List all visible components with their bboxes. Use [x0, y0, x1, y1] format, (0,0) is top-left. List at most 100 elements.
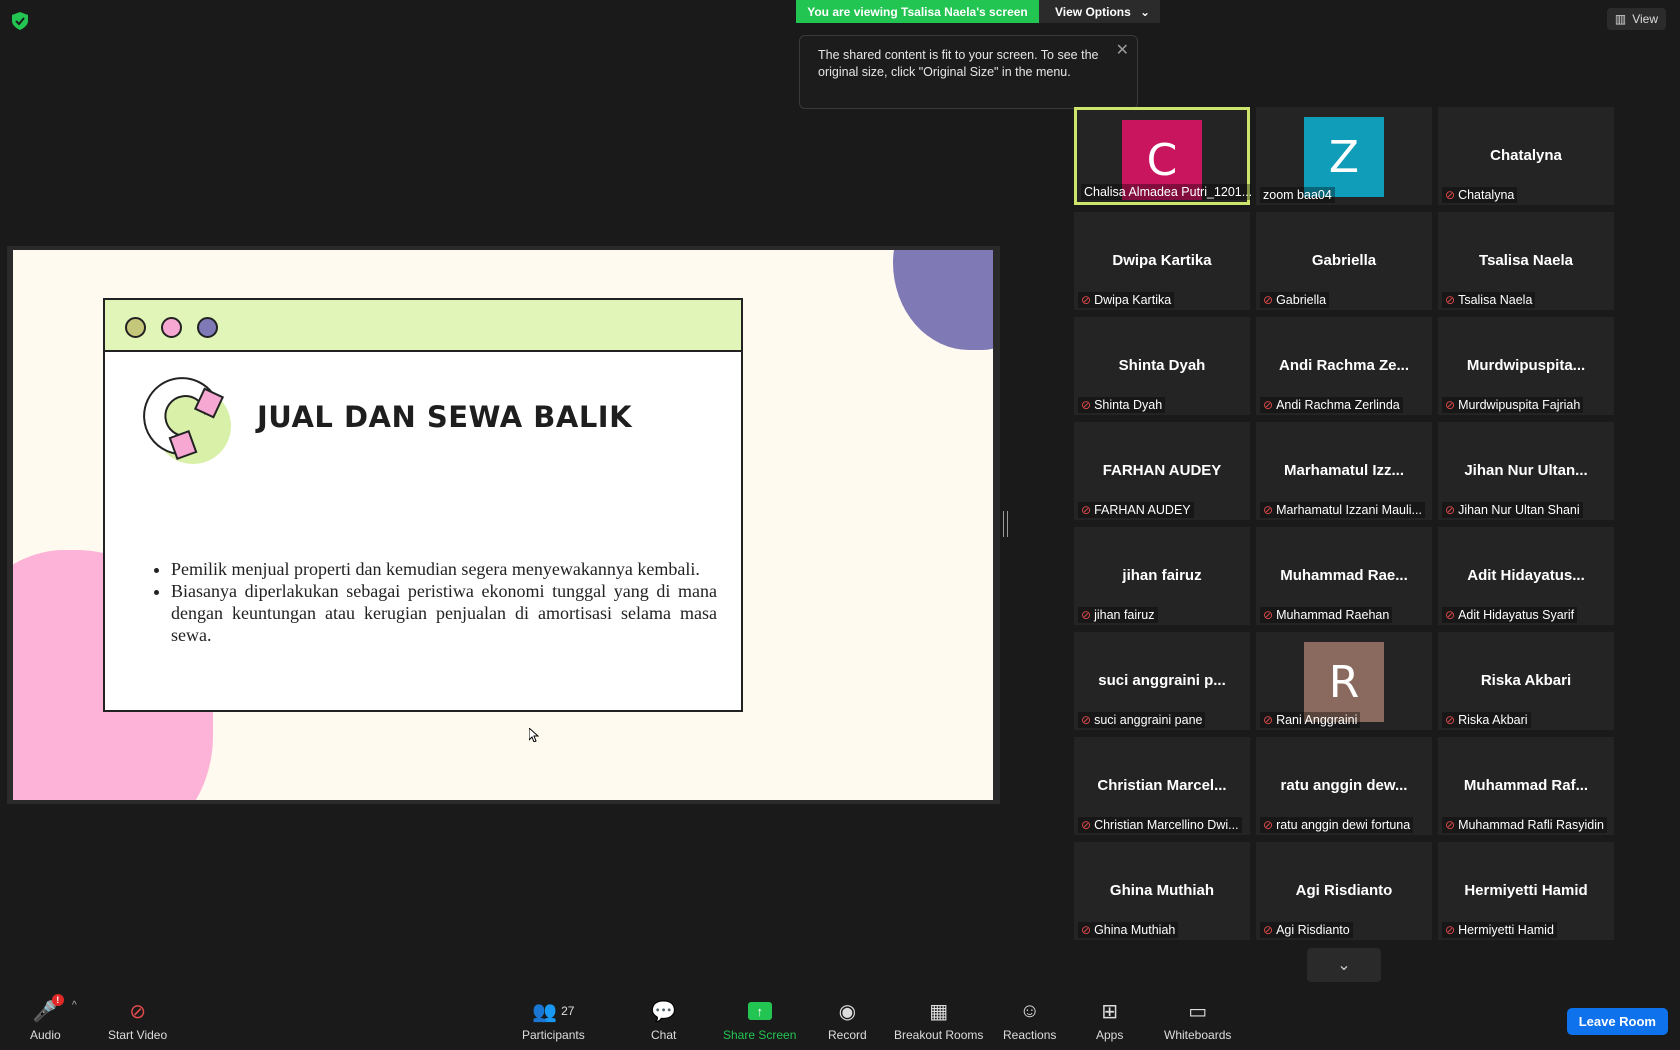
audio-options-caret[interactable]: ^ [72, 1000, 77, 1011]
participant-name: Muhammad Rafli Rasyidin [1458, 818, 1604, 832]
audio-label: Audio [30, 1028, 61, 1042]
mic-muted-icon: ⊘ [1445, 923, 1456, 937]
participant-tile[interactable]: Gabriella ⊘ Gabriella [1256, 212, 1432, 310]
security-shield-icon[interactable] [12, 12, 28, 30]
tooltip-text: The shared content is fit to your screen… [818, 48, 1099, 79]
participant-tile[interactable]: Muhammad Raf... ⊘ Muhammad Rafli Rasyidin [1438, 737, 1614, 835]
participant-tile[interactable]: Dwipa Kartika ⊘ Dwipa Kartika [1074, 212, 1250, 310]
participant-tile[interactable]: Jihan Nur Ultan... ⊘ Jihan Nur Ultan Shani [1438, 422, 1614, 520]
participant-display-name: ratu anggin dew... [1280, 777, 1408, 794]
start-video-button[interactable]: ⊘ Start Video [108, 998, 167, 1043]
participant-display-name: Murdwipuspita... [1466, 357, 1586, 374]
apps-button[interactable]: ⊞ Apps [1096, 998, 1123, 1043]
participant-name: jihan fairuz [1094, 608, 1155, 622]
whiteboards-button[interactable]: ▭ Whiteboards [1164, 998, 1231, 1043]
meeting-toolbar: 🎤! Audio ^ ⊘ Start Video 👥 27 Participant… [0, 990, 1680, 1050]
video-off-icon: ⊘ [129, 1000, 146, 1023]
participant-name-label: ⊘ FARHAN AUDEY [1078, 502, 1194, 518]
participant-tile[interactable]: R ⊘ Rani Anggraini [1256, 632, 1432, 730]
participant-tile[interactable]: FARHAN AUDEY ⊘ FARHAN AUDEY [1074, 422, 1250, 520]
breakout-rooms-icon: ▦ [929, 1000, 949, 1023]
participant-tile[interactable]: Hermiyetti Hamid ⊘ Hermiyetti Hamid [1438, 842, 1614, 940]
splitter-handle[interactable] [1003, 511, 1008, 537]
participant-display-name: Jihan Nur Ultan... [1464, 462, 1588, 479]
share-screen-button[interactable]: ↑ Share Screen [723, 998, 796, 1042]
participant-tile[interactable]: ratu anggin dew... ⊘ ratu anggin dewi fort… [1256, 737, 1432, 835]
participant-tile[interactable]: Murdwipuspita... ⊘ Murdwipuspita Fajriah [1438, 317, 1614, 415]
mic-muted-icon: ⊘ [1263, 713, 1274, 727]
slide-window-card: JUAL DAN SEWA BALIK Pemilik menjual prop… [103, 298, 743, 742]
mic-muted-icon: ⊘ [1081, 923, 1092, 937]
mic-muted-icon: ⊘ [1445, 608, 1456, 622]
participant-name: Shinta Dyah [1094, 398, 1163, 412]
whiteboard-icon: ▭ [1188, 1000, 1208, 1023]
participant-display-name: Agi Risdianto [1295, 882, 1393, 899]
participant-name: Murdwipuspita Fajriah [1458, 398, 1581, 412]
participant-name-label: zoom baa04 [1260, 187, 1335, 203]
participant-name: Christian Marcellino Dwi... [1094, 818, 1239, 832]
reactions-button[interactable]: ☺ Reactions [1003, 998, 1057, 1043]
participant-name-label: ⊘ Agi Risdianto [1260, 922, 1353, 938]
chat-label: Chat [651, 1028, 677, 1042]
window-dot-pink [161, 317, 182, 338]
record-button[interactable]: ◉ Record [828, 998, 867, 1043]
participant-tile[interactable]: Christian Marcel... ⊘ Christian Marcellino… [1074, 737, 1250, 835]
participant-name: Agi Risdianto [1276, 923, 1350, 937]
close-icon[interactable]: ✕ [1116, 42, 1129, 59]
participant-name-label: ⊘ Andi Rachma Zerlinda [1260, 397, 1403, 413]
view-button[interactable]: ▥ View [1606, 8, 1666, 30]
participant-tile[interactable]: Shinta Dyah ⊘ Shinta Dyah [1074, 317, 1250, 415]
apps-icon: ⊞ [1101, 1000, 1119, 1023]
view-options-button[interactable]: View Options ⌄ [1039, 0, 1160, 23]
fit-to-screen-tooltip: The shared content is fit to your screen… [799, 35, 1138, 109]
participant-tile[interactable]: Chatalyna ⊘ Chatalyna [1438, 107, 1614, 205]
participants-button[interactable]: 👥 27 Participants [522, 998, 585, 1043]
participant-tile[interactable]: Marhamatul Izz... ⊘ Marhamatul Izzani Maul… [1256, 422, 1432, 520]
participant-tile[interactable]: Ghina Muthiah ⊘ Ghina Muthiah [1074, 842, 1250, 940]
participant-tile[interactable]: Muhammad Rae... ⊘ Muhammad Raehan [1256, 527, 1432, 625]
participant-tile[interactable]: Zzoom baa04 [1256, 107, 1432, 205]
mic-muted-icon: ⊘ [1445, 398, 1456, 412]
participant-name: Adit Hidayatus Syarif [1458, 608, 1575, 622]
participant-name: Gabriella [1276, 293, 1327, 307]
participant-name: Hermiyetti Hamid [1458, 923, 1554, 937]
audio-button[interactable]: 🎤! Audio [30, 994, 64, 1042]
magnet-icon [143, 377, 231, 464]
mic-muted-icon: ⊘ [1263, 923, 1274, 937]
mic-muted-icon: ⊘ [1445, 293, 1456, 307]
participant-tile[interactable]: Andi Rachma Ze... ⊘ Andi Rachma Zerlinda [1256, 317, 1432, 415]
participant-display-name: Chatalyna [1490, 147, 1562, 164]
slide-bullet: Pemilik menjual properti dan kemudian se… [171, 558, 717, 580]
shared-screen[interactable]: JUAL DAN SEWA BALIK Pemilik menjual prop… [7, 246, 1000, 804]
participant-name: Tsalisa Naela [1458, 293, 1533, 307]
participant-display-name: Marhamatul Izz... [1283, 462, 1405, 479]
participant-name: suci anggraini pane [1094, 713, 1203, 727]
chevron-down-icon: ⌄ [1337, 957, 1351, 974]
leave-room-button[interactable]: Leave Room [1566, 1008, 1668, 1035]
participant-tile[interactable]: Agi Risdianto ⊘ Agi Risdianto [1256, 842, 1432, 940]
mic-muted-icon: ⊘ [1081, 608, 1092, 622]
participant-tile[interactable]: C Chalisa Almadea Putri_1201... [1074, 107, 1251, 205]
participants-icon: 👥 27 [532, 1000, 575, 1023]
chevron-down-icon: ⌄ [1139, 4, 1150, 19]
participant-tile[interactable]: jihan fairuz ⊘ jihan fairuz [1074, 527, 1250, 625]
participant-tile[interactable]: Tsalisa Naela ⊘ Tsalisa Naela [1438, 212, 1614, 310]
participant-display-name: Andi Rachma Ze... [1278, 357, 1410, 374]
participant-tile[interactable]: Adit Hidayatus... ⊘ Adit Hidayatus Syarif [1438, 527, 1614, 625]
participant-display-name: suci anggraini p... [1098, 672, 1226, 689]
participant-name-label: ⊘ Jihan Nur Ultan Shani [1442, 502, 1583, 518]
breakout-rooms-button[interactable]: ▦ Breakout Rooms [894, 998, 983, 1043]
window-dot-purple [197, 317, 218, 338]
participant-name-label: ⊘ Tsalisa Naela [1442, 292, 1536, 308]
mic-muted-icon: ⊘ [1081, 503, 1092, 517]
gallery-next-page-button[interactable]: ⌄ [1307, 948, 1381, 982]
mic-muted-icon: ⊘ [1081, 293, 1092, 307]
chat-button[interactable]: 💬 Chat [651, 998, 677, 1043]
participant-name: Muhammad Raehan [1276, 608, 1390, 622]
mic-muted-icon: ⊘ [1263, 503, 1274, 517]
record-label: Record [828, 1028, 867, 1042]
participant-tile[interactable]: suci anggraini p... ⊘ suci anggraini pane [1074, 632, 1250, 730]
screen-share-banner: You are viewing Tsalisa Naela's screen V… [796, 0, 1160, 23]
participant-tile[interactable]: Riska Akbari ⊘ Riska Akbari [1438, 632, 1614, 730]
reactions-label: Reactions [1003, 1028, 1057, 1042]
